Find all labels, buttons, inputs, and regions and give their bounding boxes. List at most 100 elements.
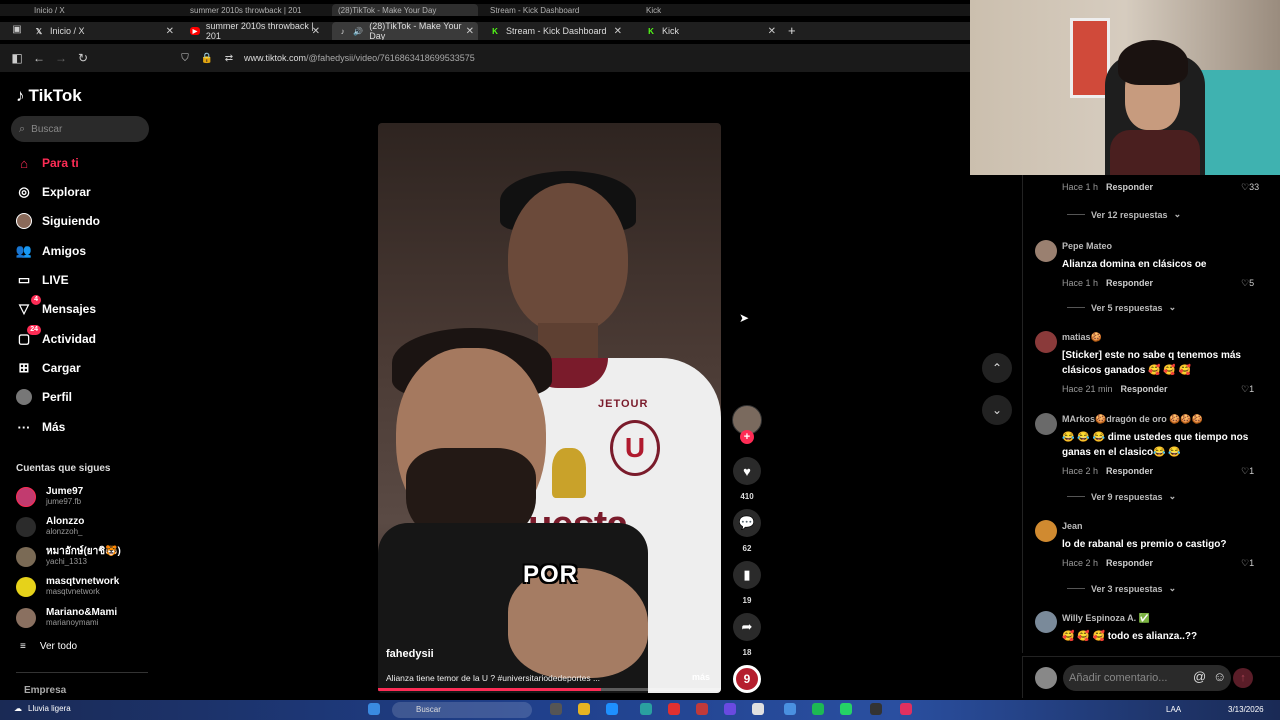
view-replies[interactable]: Ver 3 respuestas ⌄ bbox=[1067, 583, 1176, 594]
comment-like[interactable]: ♡5 bbox=[1241, 278, 1254, 289]
following-item[interactable]: masqtvnetwork masqtvnetwork bbox=[16, 576, 119, 597]
comment-author[interactable]: Willy Espinoza A. ✅ bbox=[1062, 613, 1150, 624]
task-view-icon[interactable] bbox=[550, 703, 562, 715]
weather-widget[interactable]: ☁ Lluvia ligera bbox=[14, 704, 71, 713]
edge-icon[interactable] bbox=[606, 703, 618, 715]
view-replies[interactable]: Ver 5 respuestas ⌄ bbox=[1067, 302, 1176, 313]
nav-explorar[interactable]: ◎ Explorar bbox=[16, 182, 90, 202]
footer-empresa[interactable]: Empresa bbox=[24, 685, 66, 696]
like-button[interactable]: ♥ bbox=[733, 457, 761, 485]
video-username[interactable]: fahedysii bbox=[386, 648, 434, 660]
view-replies[interactable]: Ver 12 respuestas ⌄ bbox=[1067, 209, 1181, 220]
save-count: 19 bbox=[742, 596, 752, 605]
comment-author[interactable]: Jean bbox=[1062, 521, 1083, 531]
taskbar-search[interactable]: Buscar bbox=[392, 702, 532, 718]
send-button[interactable]: ↑ bbox=[1233, 668, 1253, 688]
share-button[interactable]: ➦ bbox=[733, 613, 761, 641]
nav-cargar[interactable]: ⊞ Cargar bbox=[16, 358, 81, 378]
nav-mensajes[interactable]: ▽ 4 Mensajes bbox=[16, 295, 96, 319]
tab-tiktok[interactable]: ♪ 🔊 (28)TikTok - Make Your Day ✕ bbox=[332, 22, 478, 40]
emoji-icon[interactable]: ☺ bbox=[1213, 669, 1226, 684]
tab-youtube[interactable]: ▶ summer 2010s throwback | 201 ✕ bbox=[184, 22, 324, 40]
reply-button[interactable]: Responder bbox=[1106, 182, 1153, 192]
nav-para-ti[interactable]: ⌂ Para ti bbox=[16, 153, 79, 173]
comment-like[interactable]: ♡1 bbox=[1241, 466, 1254, 477]
clock-date[interactable]: 3/13/2026 bbox=[1228, 705, 1264, 714]
language-indicator[interactable]: LAA bbox=[1166, 705, 1181, 714]
discord-icon[interactable] bbox=[724, 703, 736, 715]
nav-actividad[interactable]: ▢ 24 Actividad bbox=[16, 325, 96, 349]
heart-outline-icon: ♡ bbox=[1241, 182, 1250, 192]
search-input[interactable]: ⌕ Buscar bbox=[11, 116, 149, 142]
search-placeholder: Buscar bbox=[31, 123, 63, 135]
reply-button[interactable]: Responder bbox=[1106, 558, 1153, 568]
app-icon[interactable] bbox=[696, 703, 708, 715]
close-tab-icon[interactable]: ✕ bbox=[166, 26, 174, 37]
avatar[interactable] bbox=[1035, 240, 1057, 262]
comment-like[interactable]: ♡1 bbox=[1241, 384, 1254, 395]
opera-icon[interactable] bbox=[668, 703, 680, 715]
close-tab-icon[interactable]: ✕ bbox=[614, 26, 622, 37]
app-icon[interactable] bbox=[784, 703, 796, 715]
close-tab-icon[interactable]: ✕ bbox=[312, 26, 320, 37]
avatar[interactable] bbox=[1035, 520, 1057, 542]
new-tab-button[interactable]: + bbox=[788, 23, 796, 38]
mention-icon[interactable]: @ bbox=[1193, 669, 1206, 684]
avatar[interactable] bbox=[1035, 611, 1057, 633]
save-button[interactable]: ▮ bbox=[733, 561, 761, 589]
comment-button[interactable]: 💬 bbox=[733, 509, 761, 537]
view-replies[interactable]: Ver 9 respuestas ⌄ bbox=[1067, 491, 1176, 502]
shield-icon[interactable]: ⛉ bbox=[174, 53, 196, 64]
spotify-icon[interactable] bbox=[812, 703, 824, 715]
nav-mas[interactable]: ··· Más bbox=[16, 417, 66, 437]
sidebar-toggle-icon[interactable]: ◧ bbox=[6, 51, 28, 65]
whatsapp-icon[interactable] bbox=[840, 703, 852, 715]
video-progress-bar[interactable] bbox=[378, 688, 721, 691]
close-tab-icon[interactable]: ✕ bbox=[466, 26, 474, 37]
nav-siguiendo[interactable]: Siguiendo bbox=[16, 211, 100, 231]
speaker-icon[interactable]: 🔊 bbox=[353, 26, 363, 36]
file-explorer-icon[interactable] bbox=[578, 703, 590, 715]
tab-actions-icon[interactable]: ▣ bbox=[6, 24, 28, 35]
avatar[interactable] bbox=[1035, 413, 1057, 435]
back-icon[interactable]: ← bbox=[28, 51, 50, 65]
previous-video-button[interactable]: ⌃ bbox=[982, 353, 1012, 383]
nav-perfil[interactable]: Perfil bbox=[16, 387, 72, 407]
nav-live[interactable]: ▭ LIVE bbox=[16, 270, 69, 290]
start-icon[interactable] bbox=[368, 703, 380, 715]
reply-button[interactable]: Responder bbox=[1121, 384, 1168, 394]
following-item[interactable]: Mariano&Mami marianoymami bbox=[16, 607, 117, 628]
comment-like[interactable]: ♡1 bbox=[1241, 558, 1254, 569]
comment-author[interactable]: matias🍪 bbox=[1062, 332, 1102, 343]
obs-icon[interactable] bbox=[870, 703, 882, 715]
tab-x[interactable]: 𝕏 Inicio / X ✕ bbox=[28, 22, 178, 40]
url-field[interactable]: www.tiktok.com/@fahedysii/video/76168634… bbox=[244, 53, 475, 63]
following-item[interactable]: หมาอักษ์(ยาชิ🐯) yachi_1313 bbox=[16, 546, 121, 567]
tab-kick-dashboard[interactable]: K Stream - Kick Dashboard ✕ bbox=[484, 22, 626, 40]
video-player[interactable]: JETOUR U uesta POR fahedysii Alianza tie… bbox=[378, 123, 721, 693]
close-tab-icon[interactable]: ✕ bbox=[768, 26, 776, 37]
app-icon[interactable] bbox=[752, 703, 764, 715]
sound-disc-icon[interactable]: 9 bbox=[733, 665, 761, 693]
app-icon[interactable] bbox=[900, 703, 912, 715]
see-all-following[interactable]: ≡ Ver todo bbox=[20, 641, 77, 652]
avatar[interactable] bbox=[1035, 331, 1057, 353]
next-video-button[interactable]: ⌄ bbox=[982, 395, 1012, 425]
tiktok-logo[interactable]: ♪ TikTok bbox=[16, 86, 82, 106]
nav-amigos[interactable]: 👥 Amigos bbox=[16, 241, 86, 261]
comment-author[interactable]: Pepe Mateo bbox=[1062, 241, 1112, 251]
comment-like[interactable]: ♡33 bbox=[1241, 182, 1259, 193]
permissions-icon[interactable]: ⇄ bbox=[218, 53, 240, 64]
app-icon[interactable] bbox=[640, 703, 652, 715]
lock-icon[interactable]: 🔒 bbox=[196, 53, 218, 64]
following-item[interactable]: Jume97 jume97.fb bbox=[16, 486, 83, 507]
comment-author[interactable]: MArkos🍪dragón de oro 🍪🍪🍪 bbox=[1062, 414, 1203, 425]
reload-icon[interactable]: ↻ bbox=[72, 51, 94, 65]
forward-icon[interactable]: → bbox=[50, 51, 72, 65]
reply-button[interactable]: Responder bbox=[1106, 278, 1153, 288]
video-more-button[interactable]: más bbox=[692, 672, 710, 682]
follow-plus-icon[interactable]: + bbox=[740, 430, 754, 444]
reply-button[interactable]: Responder bbox=[1106, 466, 1153, 476]
tab-kick[interactable]: K Kick ✕ bbox=[640, 22, 780, 40]
following-item[interactable]: Alonzzo alonzzoh_ bbox=[16, 516, 84, 537]
